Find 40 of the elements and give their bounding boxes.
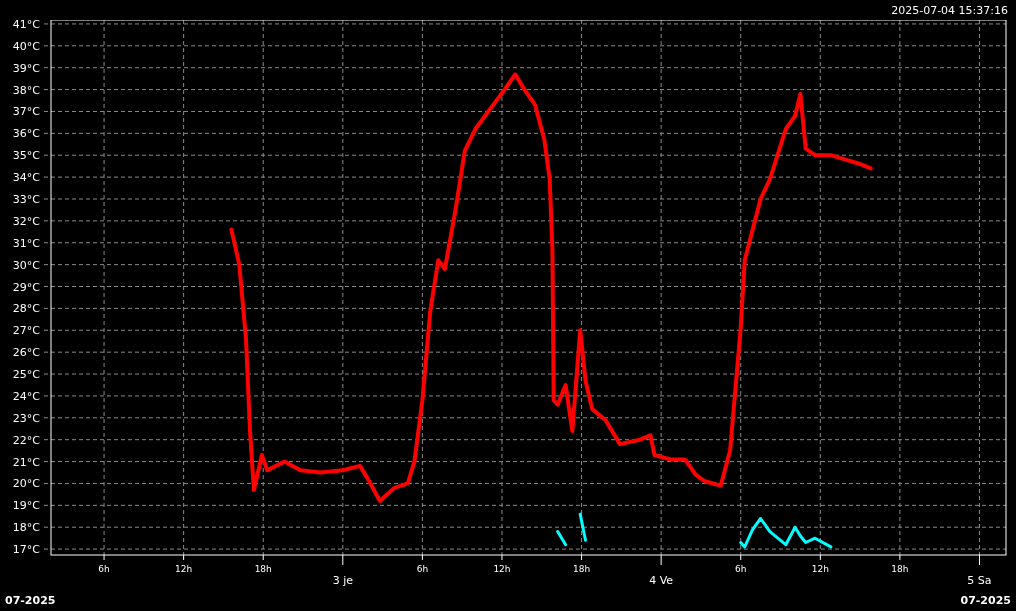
axis-label: 12h — [811, 564, 829, 574]
axis-label: 20°C — [12, 477, 40, 491]
axis-label: 40°C — [12, 39, 40, 53]
axis-label: 26°C — [12, 346, 40, 360]
axis-label: 29°C — [12, 280, 40, 294]
axis-label: 38°C — [12, 83, 40, 97]
axis-label: 31°C — [12, 236, 40, 250]
axis-label: 6h — [416, 564, 429, 574]
axis-label: 22°C — [12, 433, 40, 447]
month-label: 07-2025 — [5, 594, 56, 607]
axis-label: 37°C — [12, 105, 40, 119]
axis-label: 27°C — [12, 324, 40, 338]
timestamp: 2025-07-04 15:37:16 — [891, 3, 1008, 17]
axis-label: 36°C — [12, 127, 40, 141]
axis-label: 12h — [493, 564, 511, 574]
axis-label: 6h — [735, 564, 747, 574]
axis-label: 34°C — [12, 171, 40, 185]
axis-label: 24°C — [12, 389, 40, 403]
axis-label: 28°C — [12, 302, 40, 316]
month-label: 07-2025 — [960, 594, 1011, 607]
day-label: 4 Ve — [649, 574, 674, 587]
axis-label: 30°C — [12, 258, 40, 272]
axis-label: 17°C — [12, 543, 40, 557]
day-label: 3 je — [332, 574, 353, 587]
axis-label: 19°C — [12, 499, 40, 513]
axis-label: 18h — [891, 564, 909, 574]
axis-label: 12h — [175, 564, 193, 574]
axis-label: 18h — [573, 564, 591, 574]
axis-label: 35°C — [12, 149, 40, 163]
axis-label: 18°C — [12, 521, 40, 535]
axis-label: 25°C — [12, 368, 40, 382]
axis-label: 23°C — [12, 411, 40, 425]
axis-label: 33°C — [12, 193, 40, 206]
axis-label: 18h — [254, 564, 272, 574]
axis-label: 32°C — [12, 214, 40, 228]
axis-label: 6h — [98, 564, 110, 574]
axis-label: 21°C — [12, 455, 40, 469]
axis-label: 41°C — [12, 20, 40, 31]
day-label: 5 Sa — [967, 574, 992, 587]
axis-label: 39°C — [12, 61, 40, 75]
